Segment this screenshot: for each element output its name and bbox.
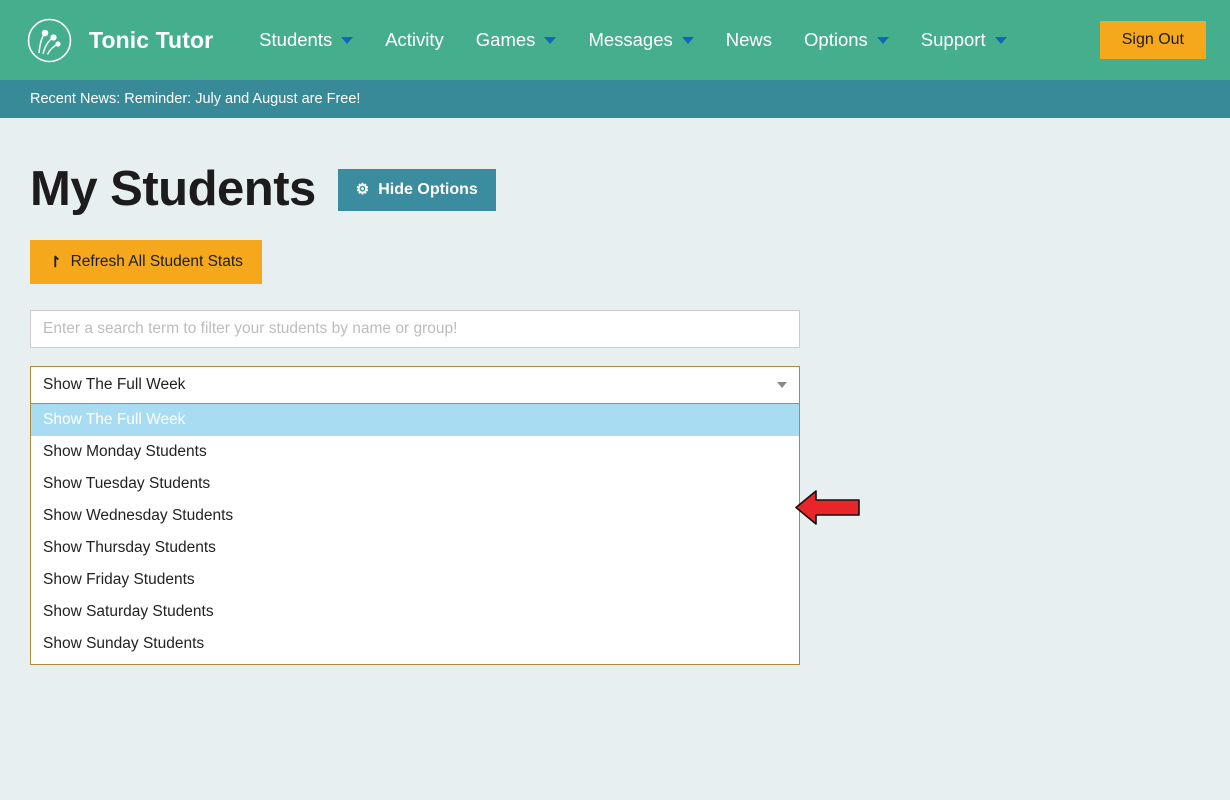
brand-name[interactable]: Tonic Tutor <box>89 27 213 54</box>
hide-options-button[interactable]: ⚙ Hide Options <box>338 169 496 211</box>
day-filter-options-menu: Show The Full Week Show Monday Students … <box>30 404 800 665</box>
refresh-icon: ↾ <box>49 255 62 270</box>
day-filter-option-sunday[interactable]: Show Sunday Students <box>31 628 799 660</box>
nav-item-students[interactable]: Students <box>243 0 369 80</box>
chevron-down-icon <box>682 37 694 44</box>
day-filter-option-saturday[interactable]: Show Saturday Students <box>31 596 799 628</box>
search-container <box>30 310 800 348</box>
nav-item-support[interactable]: Support <box>905 0 1023 80</box>
recent-news-text[interactable]: Recent News: Reminder: July and August a… <box>30 91 360 107</box>
nav-links: Students Activity Games Messages News Op… <box>243 0 1100 80</box>
day-filter-container: Show The Full Week Show The Full Week Sh… <box>30 366 800 404</box>
chevron-down-icon <box>341 37 353 44</box>
day-filter-option-thursday[interactable]: Show Thursday Students <box>31 532 799 564</box>
sign-out-button[interactable]: Sign Out <box>1100 21 1206 59</box>
day-filter-option-tuesday[interactable]: Show Tuesday Students <box>31 468 799 500</box>
tonic-tutor-logo-icon[interactable] <box>26 17 73 64</box>
day-filter-option-friday[interactable]: Show Friday Students <box>31 564 799 596</box>
chevron-down-icon <box>995 37 1007 44</box>
day-filter-select[interactable]: Show The Full Week <box>30 366 800 404</box>
hide-options-label: Hide Options <box>378 181 478 199</box>
nav-item-label: Activity <box>385 0 444 80</box>
chevron-down-icon <box>877 37 889 44</box>
day-filter-option-full-week[interactable]: Show The Full Week <box>31 404 799 436</box>
nav-item-label: Games <box>476 0 536 80</box>
nav-item-label: Support <box>921 0 986 80</box>
red-left-arrow-annotation-icon <box>795 489 860 526</box>
gear-icon: ⚙ <box>356 182 369 197</box>
nav-item-options[interactable]: Options <box>788 0 905 80</box>
day-filter-selected-value: Show The Full Week <box>43 376 777 394</box>
top-navigation-bar: Tonic Tutor Students Activity Games Mess… <box>0 0 1230 80</box>
nav-item-activity[interactable]: Activity <box>369 0 460 80</box>
day-filter-option-monday[interactable]: Show Monday Students <box>31 436 799 468</box>
nav-item-label: News <box>726 0 772 80</box>
search-input[interactable] <box>30 310 800 348</box>
nav-item-label: Students <box>259 0 332 80</box>
recent-news-bar: Recent News: Reminder: July and August a… <box>0 80 1230 118</box>
chevron-down-icon <box>777 382 787 388</box>
chevron-down-icon <box>544 37 556 44</box>
nav-item-label: Messages <box>588 0 672 80</box>
page-title-row: My Students ⚙ Hide Options <box>30 118 1200 214</box>
refresh-all-student-stats-button[interactable]: ↾ Refresh All Student Stats <box>30 240 262 284</box>
nav-item-news[interactable]: News <box>710 0 788 80</box>
main-content: My Students ⚙ Hide Options ↾ Refresh All… <box>0 118 1230 564</box>
refresh-label: Refresh All Student Stats <box>71 253 243 271</box>
nav-item-games[interactable]: Games <box>460 0 573 80</box>
nav-item-label: Options <box>804 0 868 80</box>
day-filter-option-wednesday[interactable]: Show Wednesday Students <box>31 500 799 532</box>
nav-item-messages[interactable]: Messages <box>572 0 709 80</box>
page-title: My Students <box>30 165 316 214</box>
